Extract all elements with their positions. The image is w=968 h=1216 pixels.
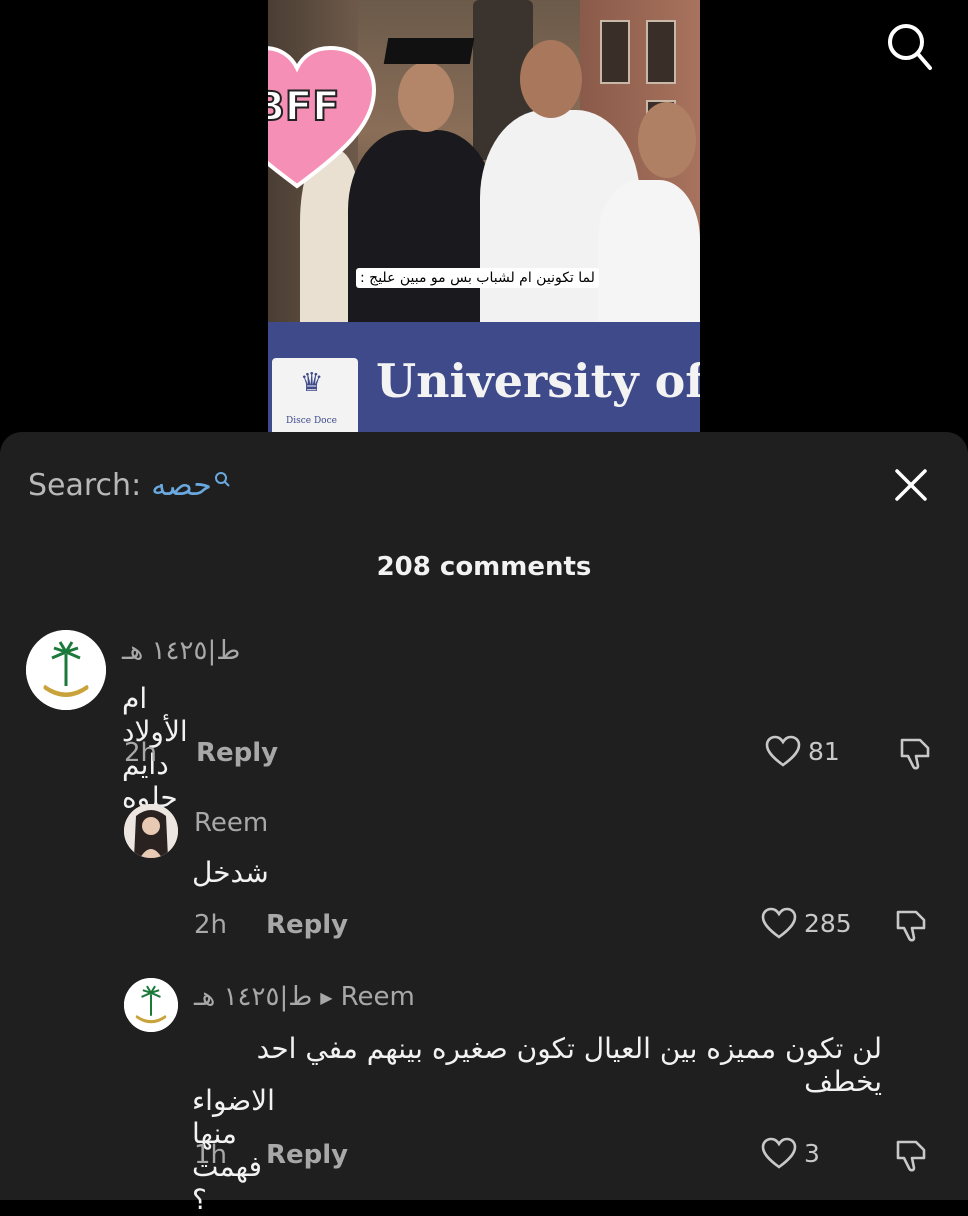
reply-to-username[interactable]: Reem <box>341 982 415 1012</box>
heart-icon <box>765 735 801 767</box>
avatar[interactable] <box>124 804 178 858</box>
search-icon[interactable] <box>886 22 934 72</box>
search-suggestion[interactable]: Search: حصه <box>28 468 230 503</box>
mortarboard <box>383 38 475 64</box>
avatar[interactable] <box>124 978 178 1032</box>
dislike-icon[interactable] <box>896 734 934 772</box>
like-count: 285 <box>804 908 852 938</box>
reply-button[interactable]: Reply <box>266 910 348 940</box>
window <box>646 20 676 84</box>
comment-count: 208 comments <box>376 552 592 582</box>
person-head <box>638 102 696 178</box>
close-icon[interactable] <box>894 468 928 502</box>
comment-username[interactable]: Reem <box>194 808 268 838</box>
university-banner: ♛ Disce Doce University of <box>268 322 700 440</box>
saudi-emblem-icon <box>26 630 106 710</box>
comment-username[interactable]: ط|١٤٢٥ هـ <box>122 636 240 666</box>
saudi-emblem-icon <box>124 978 178 1032</box>
comment-username[interactable]: ط|١٤٢٥ هـ <box>194 982 312 1012</box>
heart-icon <box>761 907 797 939</box>
crown-icon: ♛ <box>300 368 324 398</box>
like-count: 81 <box>808 736 840 766</box>
heart-icon <box>761 1137 797 1169</box>
reply-button[interactable]: Reply <box>266 1140 348 1170</box>
search-term[interactable]: حصه <box>151 468 212 503</box>
like-count: 3 <box>804 1138 820 1168</box>
user-avatar-icon <box>124 804 178 858</box>
comment-time: 2h <box>194 910 228 940</box>
reply-button[interactable]: Reply <box>196 738 278 768</box>
university-crest: ♛ Disce Doce <box>272 358 358 438</box>
reply-arrow-icon: ▶ <box>320 987 333 1007</box>
comment-text: شدخل <box>192 856 269 889</box>
video-preview[interactable]: لما تكونين ام لشباب بس مو مبين عليج : ♛ … <box>268 0 700 440</box>
window <box>600 20 630 84</box>
comment-text-line: لن تكون مميزه بين العيال تكون صغيره بينه… <box>256 1032 882 1098</box>
comment-time: 2h <box>124 738 158 768</box>
reply-header: ط|١٤٢٥ هـ ▶ Reem <box>194 982 415 1012</box>
comment-time: 1h <box>194 1140 228 1170</box>
bff-heart-sticker: BFF <box>268 45 377 189</box>
like-button[interactable]: 81 <box>764 734 840 768</box>
video-caption: لما تكونين ام لشباب بس مو مبين عليج : <box>356 268 599 288</box>
banner-text: University of <box>376 354 700 408</box>
crest-motto: Disce Doce <box>286 416 337 426</box>
dislike-icon[interactable] <box>892 1136 930 1174</box>
person-head <box>520 40 582 118</box>
person-right <box>598 180 700 330</box>
dislike-icon[interactable] <box>892 906 930 944</box>
search-icon <box>214 471 230 487</box>
search-label: Search: <box>28 468 142 503</box>
comments-sheet: Search: حصه 208 comments ط|١٤٢٥ هـ ام ال… <box>0 432 968 1216</box>
sticker-text: BFF <box>268 84 340 130</box>
avatar[interactable] <box>26 630 106 710</box>
like-button[interactable]: 3 <box>760 1136 820 1170</box>
like-button[interactable]: 285 <box>760 906 852 940</box>
graduate-head <box>398 62 454 132</box>
